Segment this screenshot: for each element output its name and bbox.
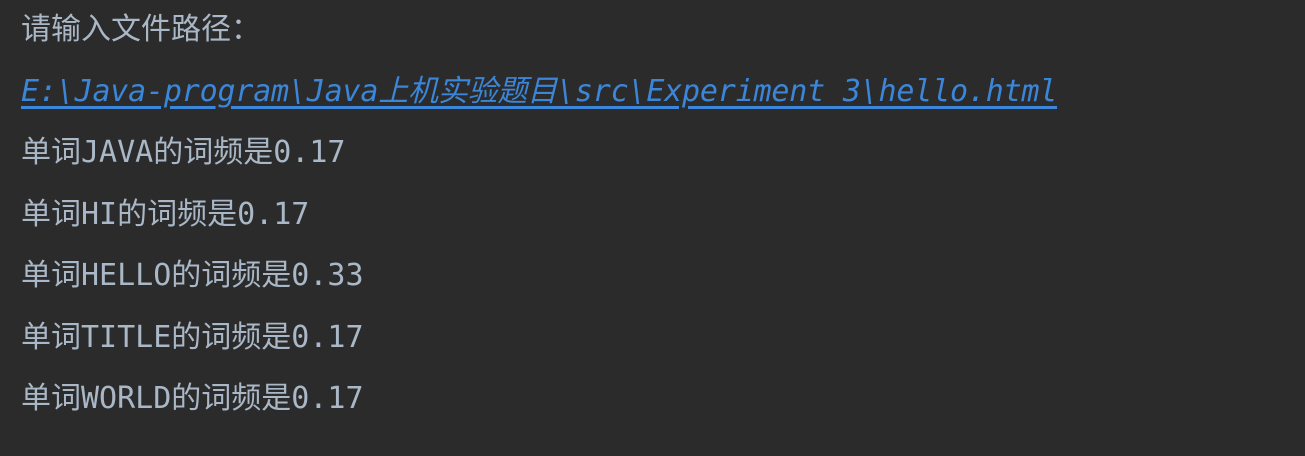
result-line: 单词TITLE的词频是0.17 bbox=[21, 314, 1305, 376]
file-path-link[interactable]: E:\Java-program\Java上机实验题目\src\Experimen… bbox=[21, 68, 1057, 116]
result-line: 单词WORLD的词频是0.17 bbox=[21, 375, 1305, 437]
prompt-text: 请输入文件路径： bbox=[21, 12, 261, 47]
result-text: 单词TITLE的词频是0.17 bbox=[21, 319, 364, 355]
result-text: 单词WORLD的词频是0.17 bbox=[21, 381, 364, 416]
console-output: 请输入文件路径： E:\Java-program\Java上机实验题目\src\… bbox=[0, 0, 1305, 456]
result-text: 单词JAVA的词频是0.17 bbox=[21, 135, 346, 170]
result-line: 单词HELLO的词频是0.33 bbox=[21, 252, 1305, 314]
result-text: 单词HELLO的词频是0.33 bbox=[21, 258, 364, 293]
result-line: 单词HI的词频是0.17 bbox=[21, 191, 1305, 253]
prompt-line: 请输入文件路径： bbox=[21, 6, 1305, 68]
result-text: 单词HI的词频是0.17 bbox=[21, 196, 310, 232]
result-line: 单词JAVA的词频是0.17 bbox=[21, 129, 1305, 191]
file-path-line: E:\Java-program\Java上机实验题目\src\Experimen… bbox=[21, 68, 1305, 130]
